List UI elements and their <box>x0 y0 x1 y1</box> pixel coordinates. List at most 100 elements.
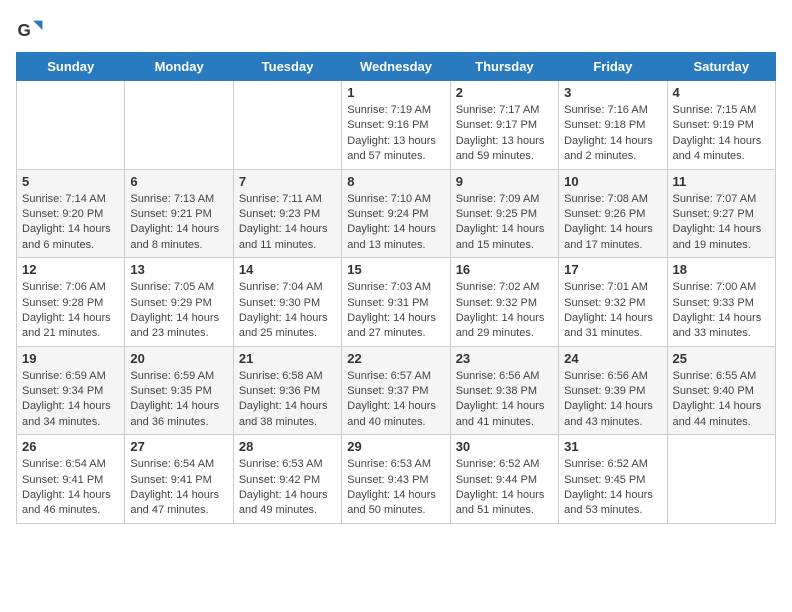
day-info: Sunrise: 7:00 AMSunset: 9:33 PMDaylight:… <box>673 280 770 342</box>
day-cell: 18 Sunrise: 7:00 AMSunset: 9:33 PMDayligh… <box>667 258 775 347</box>
day-cell: 19Sunrise: 6:59 AMSunset: 9:34 PMDayligh… <box>17 346 125 435</box>
day-cell: 28 Sunrise: 6:53 AMSunset: 9:42 PMDayligh… <box>233 435 341 524</box>
day-number: 12 <box>22 262 119 277</box>
week-row-4: 19Sunrise: 6:59 AMSunset: 9:34 PMDayligh… <box>17 346 776 435</box>
day-cell: 15Sunrise: 7:03 AMSunset: 9:31 PMDayligh… <box>342 258 450 347</box>
day-number: 28 <box>239 439 336 454</box>
day-number: 20 <box>130 351 227 366</box>
day-info: Sunrise: 6:55 AMSunset: 9:40 PMDaylight:… <box>673 369 770 431</box>
day-number: 18 <box>673 262 770 277</box>
day-cell: 30Sunrise: 6:52 AMSunset: 9:44 PMDayligh… <box>450 435 558 524</box>
svg-text:G: G <box>18 21 31 40</box>
day-cell: 12 Sunrise: 7:06 AMSunset: 9:28 PMDayligh… <box>17 258 125 347</box>
day-number: 9 <box>456 174 553 189</box>
day-number: 24 <box>564 351 661 366</box>
day-number: 23 <box>456 351 553 366</box>
day-cell: 14Sunrise: 7:04 AMSunset: 9:30 PMDayligh… <box>233 258 341 347</box>
day-info: Sunrise: 7:17 AMSunset: 9:17 PMDaylight:… <box>456 103 553 165</box>
weekday-header-row: SundayMondayTuesdayWednesdayThursdayFrid… <box>17 53 776 81</box>
day-info: Sunrise: 6:59 AMSunset: 9:34 PMDaylight:… <box>22 369 119 431</box>
day-number: 30 <box>456 439 553 454</box>
day-number: 26 <box>22 439 119 454</box>
day-number: 8 <box>347 174 444 189</box>
day-number: 31 <box>564 439 661 454</box>
weekday-header-friday: Friday <box>559 53 667 81</box>
day-number: 10 <box>564 174 661 189</box>
weekday-header-wednesday: Wednesday <box>342 53 450 81</box>
day-info: Sunrise: 7:15 AMSunset: 9:19 PMDaylight:… <box>673 103 770 165</box>
header: G <box>16 16 776 44</box>
day-cell: 4 Sunrise: 7:15 AMSunset: 9:19 PMDaylight… <box>667 81 775 170</box>
day-cell: 10Sunrise: 7:08 AMSunset: 9:26 PMDayligh… <box>559 169 667 258</box>
day-cell: 16 Sunrise: 7:02 AMSunset: 9:32 PMDayligh… <box>450 258 558 347</box>
day-cell: 20 Sunrise: 6:59 AMSunset: 9:35 PMDayligh… <box>125 346 233 435</box>
day-number: 22 <box>347 351 444 366</box>
day-number: 29 <box>347 439 444 454</box>
day-info: Sunrise: 7:07 AMSunset: 9:27 PMDaylight:… <box>673 192 770 254</box>
day-info: Sunrise: 7:09 AMSunset: 9:25 PMDaylight:… <box>456 192 553 254</box>
day-info: Sunrise: 7:05 AMSunset: 9:29 PMDaylight:… <box>130 280 227 342</box>
logo: G <box>16 16 48 44</box>
day-cell: 29 Sunrise: 6:53 AMSunset: 9:43 PMDayligh… <box>342 435 450 524</box>
week-row-3: 12 Sunrise: 7:06 AMSunset: 9:28 PMDayligh… <box>17 258 776 347</box>
day-number: 6 <box>130 174 227 189</box>
day-cell <box>17 81 125 170</box>
day-number: 3 <box>564 85 661 100</box>
day-cell <box>667 435 775 524</box>
day-number: 7 <box>239 174 336 189</box>
logo-icon: G <box>16 16 44 44</box>
day-info: Sunrise: 7:01 AMSunset: 9:32 PMDaylight:… <box>564 280 661 342</box>
day-info: Sunrise: 7:14 AMSunset: 9:20 PMDaylight:… <box>22 192 119 254</box>
day-info: Sunrise: 6:54 AMSunset: 9:41 PMDaylight:… <box>22 457 119 519</box>
week-row-1: 1 Sunrise: 7:19 AMSunset: 9:16 PMDaylight… <box>17 81 776 170</box>
day-info: Sunrise: 6:56 AMSunset: 9:39 PMDaylight:… <box>564 369 661 431</box>
weekday-header-thursday: Thursday <box>450 53 558 81</box>
day-cell: 25 Sunrise: 6:55 AMSunset: 9:40 PMDayligh… <box>667 346 775 435</box>
day-info: Sunrise: 6:56 AMSunset: 9:38 PMDaylight:… <box>456 369 553 431</box>
day-cell <box>125 81 233 170</box>
weekday-header-sunday: Sunday <box>17 53 125 81</box>
day-number: 4 <box>673 85 770 100</box>
day-info: Sunrise: 6:53 AMSunset: 9:43 PMDaylight:… <box>347 457 444 519</box>
day-cell: 1 Sunrise: 7:19 AMSunset: 9:16 PMDaylight… <box>342 81 450 170</box>
day-number: 21 <box>239 351 336 366</box>
day-info: Sunrise: 7:06 AMSunset: 9:28 PMDaylight:… <box>22 280 119 342</box>
day-info: Sunrise: 7:04 AMSunset: 9:30 PMDaylight:… <box>239 280 336 342</box>
weekday-header-monday: Monday <box>125 53 233 81</box>
day-cell: 5Sunrise: 7:14 AMSunset: 9:20 PMDaylight… <box>17 169 125 258</box>
day-info: Sunrise: 7:19 AMSunset: 9:16 PMDaylight:… <box>347 103 444 165</box>
day-info: Sunrise: 7:02 AMSunset: 9:32 PMDaylight:… <box>456 280 553 342</box>
week-row-5: 26 Sunrise: 6:54 AMSunset: 9:41 PMDayligh… <box>17 435 776 524</box>
day-number: 25 <box>673 351 770 366</box>
day-info: Sunrise: 6:57 AMSunset: 9:37 PMDaylight:… <box>347 369 444 431</box>
day-info: Sunrise: 7:11 AMSunset: 9:23 PMDaylight:… <box>239 192 336 254</box>
day-cell: 3Sunrise: 7:16 AMSunset: 9:18 PMDaylight… <box>559 81 667 170</box>
day-number: 1 <box>347 85 444 100</box>
day-cell: 26 Sunrise: 6:54 AMSunset: 9:41 PMDayligh… <box>17 435 125 524</box>
day-cell: 23 Sunrise: 6:56 AMSunset: 9:38 PMDayligh… <box>450 346 558 435</box>
day-cell: 22 Sunrise: 6:57 AMSunset: 9:37 PMDayligh… <box>342 346 450 435</box>
day-number: 17 <box>564 262 661 277</box>
day-cell: 2 Sunrise: 7:17 AMSunset: 9:17 PMDaylight… <box>450 81 558 170</box>
day-info: Sunrise: 6:52 AMSunset: 9:45 PMDaylight:… <box>564 457 661 519</box>
day-info: Sunrise: 6:53 AMSunset: 9:42 PMDaylight:… <box>239 457 336 519</box>
day-number: 13 <box>130 262 227 277</box>
day-cell: 9 Sunrise: 7:09 AMSunset: 9:25 PMDaylight… <box>450 169 558 258</box>
day-info: Sunrise: 6:58 AMSunset: 9:36 PMDaylight:… <box>239 369 336 431</box>
day-cell: 6 Sunrise: 7:13 AMSunset: 9:21 PMDaylight… <box>125 169 233 258</box>
day-cell: 13 Sunrise: 7:05 AMSunset: 9:29 PMDayligh… <box>125 258 233 347</box>
day-cell: 7 Sunrise: 7:11 AMSunset: 9:23 PMDaylight… <box>233 169 341 258</box>
day-cell: 24 Sunrise: 6:56 AMSunset: 9:39 PMDayligh… <box>559 346 667 435</box>
day-number: 27 <box>130 439 227 454</box>
day-cell: 11Sunrise: 7:07 AMSunset: 9:27 PMDayligh… <box>667 169 775 258</box>
day-cell: 8 Sunrise: 7:10 AMSunset: 9:24 PMDaylight… <box>342 169 450 258</box>
day-info: Sunrise: 6:59 AMSunset: 9:35 PMDaylight:… <box>130 369 227 431</box>
day-cell: 17 Sunrise: 7:01 AMSunset: 9:32 PMDayligh… <box>559 258 667 347</box>
day-info: Sunrise: 7:13 AMSunset: 9:21 PMDaylight:… <box>130 192 227 254</box>
day-info: Sunrise: 7:10 AMSunset: 9:24 PMDaylight:… <box>347 192 444 254</box>
day-cell: 31 Sunrise: 6:52 AMSunset: 9:45 PMDayligh… <box>559 435 667 524</box>
day-number: 2 <box>456 85 553 100</box>
day-info: Sunrise: 7:03 AMSunset: 9:31 PMDaylight:… <box>347 280 444 342</box>
week-row-2: 5Sunrise: 7:14 AMSunset: 9:20 PMDaylight… <box>17 169 776 258</box>
day-number: 16 <box>456 262 553 277</box>
